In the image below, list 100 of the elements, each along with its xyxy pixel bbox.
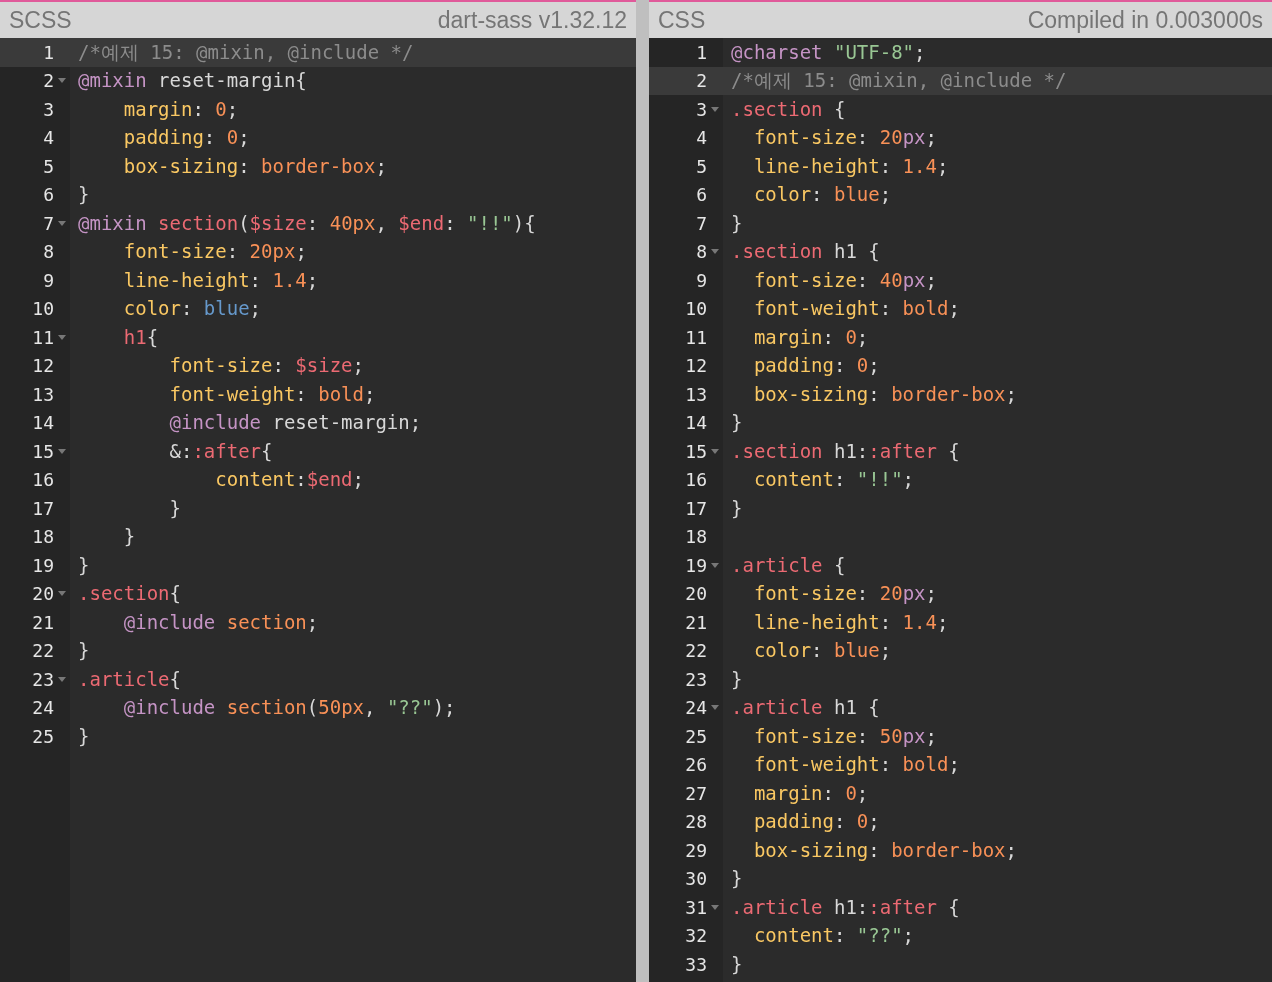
fold-caret-icon[interactable] <box>711 106 719 112</box>
code-editor[interactable] <box>649 38 1272 982</box>
code-line: box-sizing: border-box; <box>752 840 1017 860</box>
line-number: 19 <box>685 553 707 578</box>
line-number: 14 <box>685 411 707 436</box>
fold-caret-icon[interactable] <box>711 562 719 568</box>
code-line: font-size: 50px; <box>752 726 937 746</box>
line-number: 27 <box>685 781 707 806</box>
line-number: 12 <box>685 354 707 379</box>
code-line: color: blue; <box>752 185 892 205</box>
line-number: 20 <box>32 582 54 607</box>
code-line: .section h1::after { <box>730 441 960 461</box>
line-number: 10 <box>685 297 707 322</box>
line-number: 33 <box>685 952 707 977</box>
code-line: font-size: 40px; <box>752 270 937 290</box>
fold-caret-icon[interactable] <box>711 249 719 255</box>
code-line: padding: 0; <box>122 128 250 148</box>
code-line: } <box>730 498 743 518</box>
fold-caret-icon[interactable] <box>711 448 719 454</box>
code-line: line-height: 1.4; <box>752 156 949 176</box>
line-number: 8 <box>696 240 707 265</box>
code-line: @include section(50px, "??"); <box>122 698 456 718</box>
line-number: 23 <box>32 667 54 692</box>
code-line: } <box>77 185 90 205</box>
line-number: 31 <box>685 895 707 920</box>
fold-caret-icon[interactable] <box>58 591 66 597</box>
line-number: 16 <box>32 468 54 493</box>
line-number: 5 <box>696 154 707 179</box>
code-line: line-height: 1.4; <box>122 270 319 290</box>
code-editor[interactable] <box>0 38 636 982</box>
line-number: 5 <box>43 154 54 179</box>
code-line: @mixin section($size: 40px, $end: "!!"){ <box>77 213 536 233</box>
line-number: 18 <box>685 525 707 550</box>
code-line: box-sizing: border-box; <box>752 384 1017 404</box>
line-number: 4 <box>43 126 54 151</box>
fold-caret-icon[interactable] <box>711 705 719 711</box>
line-number: 18 <box>32 525 54 550</box>
code-line: font-size: $size; <box>168 356 364 376</box>
line-number: 20 <box>685 582 707 607</box>
code-line: font-size: 20px; <box>122 242 307 262</box>
line-number: 30 <box>685 867 707 892</box>
code-line: } <box>77 641 90 661</box>
pane-title: SCSS <box>9 5 72 35</box>
code-line: /*예제 15: @mixin, @include */ <box>77 42 414 62</box>
line-number: 28 <box>685 810 707 835</box>
code-line: color: blue; <box>122 299 262 319</box>
code-line: margin: 0; <box>752 783 869 803</box>
code-line: } <box>730 869 743 889</box>
line-number: 14 <box>32 411 54 436</box>
line-number: 29 <box>685 838 707 863</box>
code-line: @mixin reset-margin{ <box>77 71 307 91</box>
line-number: 21 <box>32 610 54 635</box>
line-number: 25 <box>32 724 54 749</box>
fold-caret-icon[interactable] <box>58 676 66 682</box>
line-number: 21 <box>685 610 707 635</box>
pane-title: CSS <box>658 5 706 35</box>
fold-caret-icon[interactable] <box>58 220 66 226</box>
line-number: 15 <box>685 439 707 464</box>
line-number: 2 <box>696 69 707 94</box>
code-line: } <box>730 413 743 433</box>
code-line: } <box>77 555 90 575</box>
line-number: 32 <box>685 924 707 949</box>
code-line: content:$end; <box>214 470 364 490</box>
line-number: 17 <box>32 496 54 521</box>
code-line: @charset "UTF-8"; <box>730 42 926 62</box>
line-number: 10 <box>32 297 54 322</box>
line-number: 12 <box>32 354 54 379</box>
fold-caret-icon[interactable] <box>711 904 719 910</box>
code-line: margin: 0; <box>122 99 239 119</box>
line-number: 1 <box>43 40 54 65</box>
line-number: 9 <box>43 268 54 293</box>
code-line: color: blue; <box>752 641 892 661</box>
code-line: margin: 0; <box>752 327 869 347</box>
code-line: font-size: 20px; <box>752 128 937 148</box>
code-line: .article { <box>730 555 846 575</box>
line-number: 15 <box>32 439 54 464</box>
compiler-info: dart-sass v1.32.12 <box>437 5 627 35</box>
line-number: 26 <box>685 753 707 778</box>
fold-caret-icon[interactable] <box>58 78 66 84</box>
code-line: font-weight: bold; <box>168 384 376 404</box>
line-number: 11 <box>32 325 54 350</box>
code-line: box-sizing: border-box; <box>122 156 387 176</box>
code-line: font-weight: bold; <box>752 299 960 319</box>
code-line: content: "??"; <box>752 926 915 946</box>
code-line: } <box>730 213 743 233</box>
line-number: 6 <box>696 183 707 208</box>
fold-caret-icon[interactable] <box>58 448 66 454</box>
line-number: 24 <box>685 696 707 721</box>
line-number: 19 <box>32 553 54 578</box>
fold-caret-icon[interactable] <box>58 334 66 340</box>
code-line: &::after{ <box>168 441 273 461</box>
code-line: /*예제 15: @mixin, @include */ <box>730 71 1067 91</box>
code-line: } <box>168 498 181 518</box>
line-number: 7 <box>43 211 54 236</box>
code-line: } <box>730 954 743 974</box>
line-number: 22 <box>685 639 707 664</box>
code-line: line-height: 1.4; <box>752 612 949 632</box>
line-number: 2 <box>43 69 54 94</box>
code-line: @include reset-margin; <box>168 413 422 433</box>
code-line: .article h1::after { <box>730 897 960 917</box>
